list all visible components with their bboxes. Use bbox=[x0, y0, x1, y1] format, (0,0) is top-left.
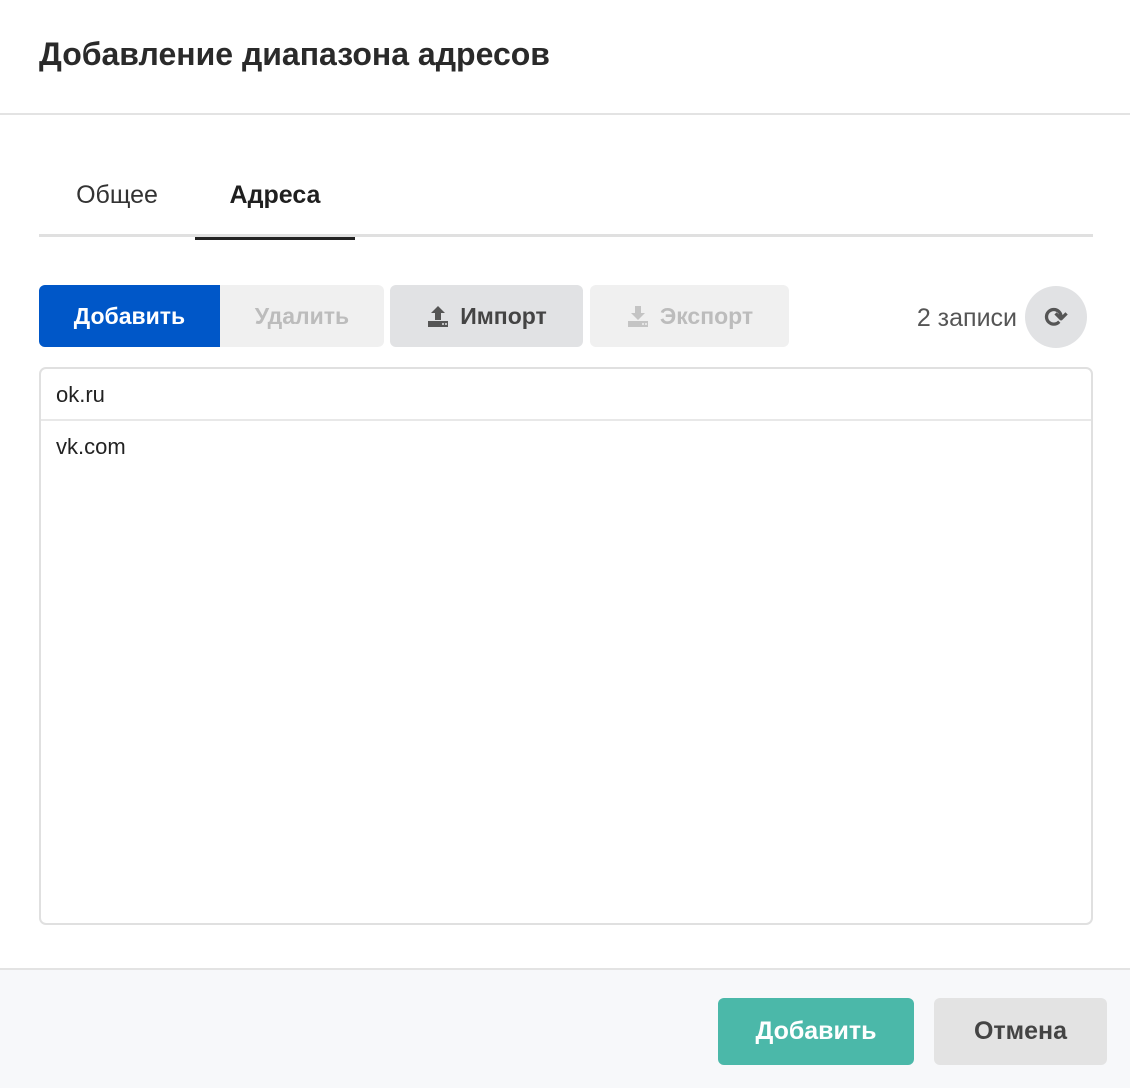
tab-bar: Общее Адреса bbox=[39, 170, 1093, 240]
import-label: Импорт bbox=[460, 302, 547, 329]
dialog-title: Добавление диапазона адресов bbox=[39, 36, 550, 72]
record-count: 2 записи bbox=[916, 304, 1017, 332]
cancel-button[interactable]: Отмена bbox=[934, 998, 1107, 1065]
tab-general[interactable]: Общее bbox=[39, 170, 195, 237]
import-button[interactable]: Импорт bbox=[390, 285, 583, 347]
export-button[interactable]: Экспорт bbox=[590, 285, 789, 347]
confirm-label: Добавить bbox=[755, 1017, 877, 1045]
export-label: Экспорт bbox=[659, 302, 754, 329]
refresh-button[interactable]: ⟳ bbox=[1025, 286, 1087, 348]
address-list: ok.ru vk.com bbox=[39, 367, 1093, 925]
delete-button[interactable]: Удалить bbox=[220, 285, 384, 347]
list-item[interactable]: vk.com bbox=[41, 421, 1091, 473]
list-item[interactable]: ok.ru bbox=[41, 369, 1091, 421]
delete-label: Удалить bbox=[254, 302, 350, 329]
add-label: Добавить bbox=[73, 302, 186, 329]
refresh-icon: ⟳ bbox=[1044, 301, 1068, 333]
header-divider bbox=[0, 113, 1130, 115]
download-icon bbox=[627, 306, 648, 327]
confirm-add-button[interactable]: Добавить bbox=[718, 998, 914, 1065]
tab-addresses[interactable]: Адреса bbox=[195, 170, 355, 240]
cancel-label: Отмена bbox=[973, 1017, 1068, 1045]
add-address-button[interactable]: Добавить bbox=[39, 285, 220, 347]
upload-icon bbox=[428, 306, 449, 327]
